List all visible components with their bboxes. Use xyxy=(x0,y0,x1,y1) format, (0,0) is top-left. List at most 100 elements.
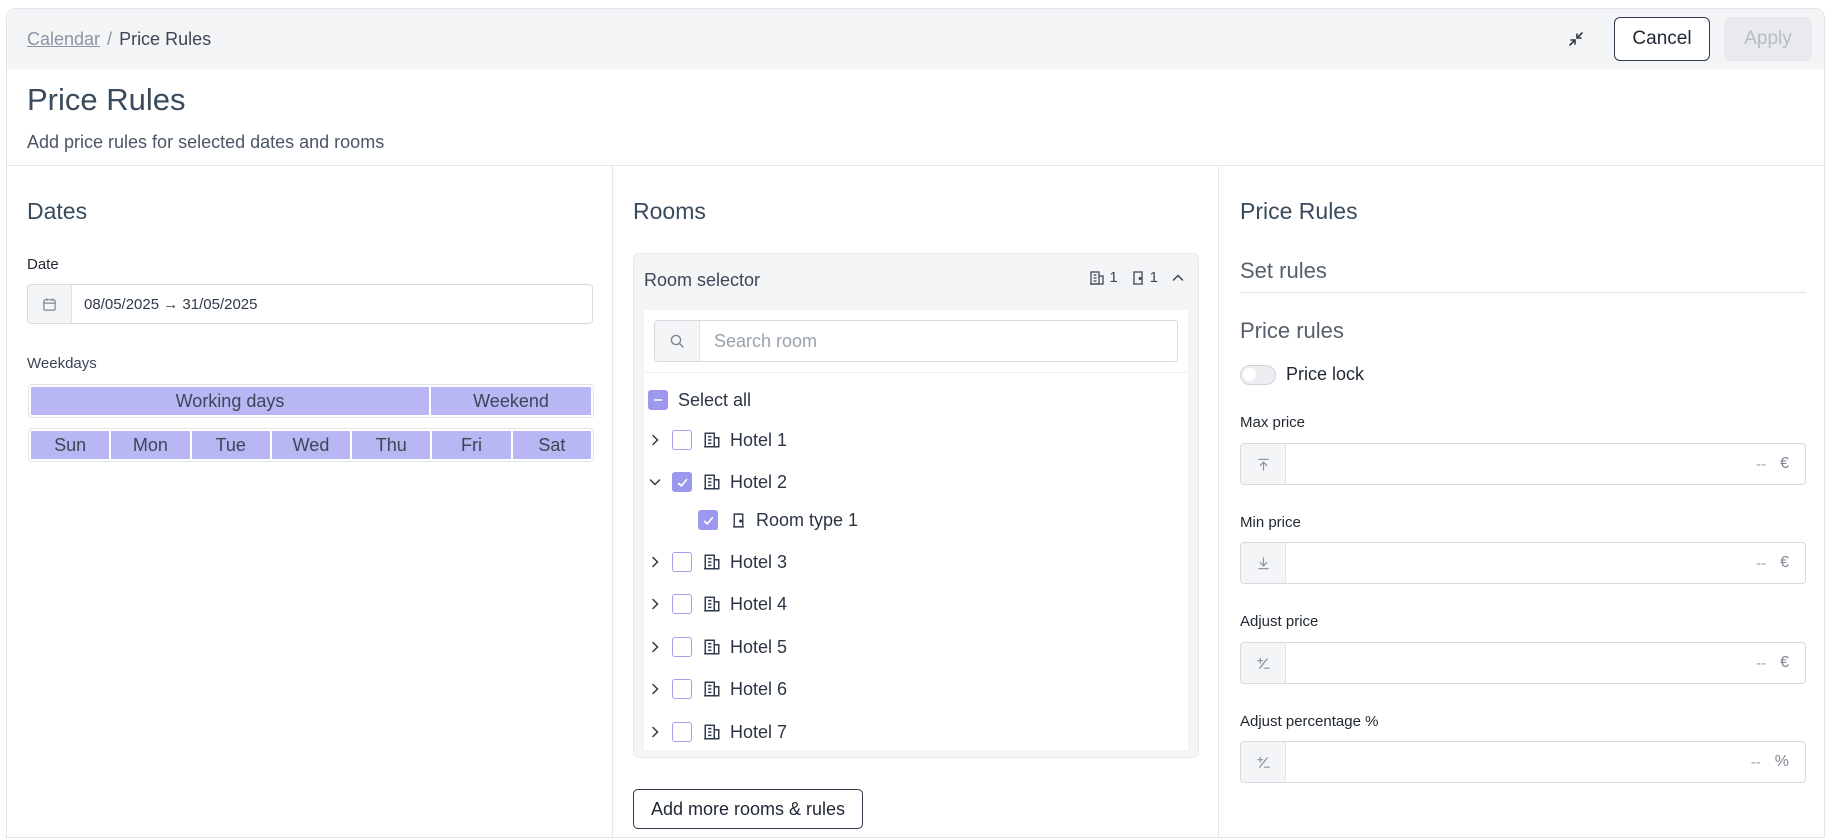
tree-item-hotel-3: Hotel 3 xyxy=(644,546,787,578)
hotel-checkbox[interactable] xyxy=(672,594,692,614)
hotel-checkbox[interactable] xyxy=(672,552,692,572)
cancel-button[interactable]: Cancel xyxy=(1614,17,1710,61)
building-icon xyxy=(702,472,722,492)
tree-item-hotel-5: Hotel 5 xyxy=(644,631,787,663)
top-actions: Cancel Apply xyxy=(1560,17,1812,61)
day-tue-button[interactable]: Tue xyxy=(191,431,270,459)
building-icon xyxy=(702,594,722,614)
working-days-button[interactable]: Working days xyxy=(31,387,429,415)
room-selector-body: Select all Hotel 1 Hotel 2 xyxy=(644,310,1188,750)
room-selector-header[interactable]: Room selector 1 1 xyxy=(634,254,1198,306)
apply-button[interactable]: Apply xyxy=(1724,17,1812,61)
hotel-count: 1 xyxy=(1109,269,1118,286)
min-price-field: -- € xyxy=(1240,542,1806,584)
hotel-label: Hotel 4 xyxy=(730,593,788,614)
hotel-checkbox[interactable] xyxy=(672,472,692,492)
day-fri-button[interactable]: Fri xyxy=(432,431,511,459)
day-wed-button[interactable]: Wed xyxy=(271,431,351,459)
collapse-arrows-icon xyxy=(1569,32,1583,46)
dates-title: Dates xyxy=(27,198,88,224)
weekdays-label: Weekdays xyxy=(27,355,97,372)
adjust-percentage-input[interactable] xyxy=(1286,742,1751,782)
price-lock-label: Price lock xyxy=(1286,364,1365,384)
adjust-price-label: Adjust price xyxy=(1240,613,1319,630)
chevron-right-icon[interactable] xyxy=(644,551,666,573)
room-selector-title: Room selector xyxy=(644,269,761,290)
min-price-label: Min price xyxy=(1240,514,1301,531)
check-icon xyxy=(677,478,687,487)
hotel-checkbox[interactable] xyxy=(672,722,692,742)
chevron-right-icon[interactable] xyxy=(644,429,666,451)
room-type-label: Room type 1 xyxy=(756,509,859,530)
min-price-input[interactable] xyxy=(1286,543,1757,583)
arrow-down-to-line-icon xyxy=(1241,543,1286,583)
page-subtitle: Add price rules for selected dates and r… xyxy=(27,132,385,152)
price-lock-toggle[interactable] xyxy=(1240,364,1276,385)
day-mon-button[interactable]: Mon xyxy=(111,431,190,459)
hotel-checkbox[interactable] xyxy=(672,430,692,450)
search-room-input[interactable] xyxy=(700,321,1177,361)
select-all-row[interactable]: Select all xyxy=(648,384,751,416)
room-count: 1 xyxy=(1149,269,1158,286)
adjust-percentage-field: -- % xyxy=(1240,741,1806,783)
max-price-label: Max price xyxy=(1240,414,1306,431)
selection-counts: 1 1 xyxy=(1089,269,1186,286)
price-rules-dialog: Calendar / Price Rules Cancel Apply Pric… xyxy=(6,8,1825,838)
date-range-input[interactable]: 08/05/2025 → 31/05/2025 xyxy=(27,284,593,324)
weekday-group-selector: Working days Weekend xyxy=(28,384,594,418)
day-selector: Sun Mon Tue Wed Thu Fri Sat xyxy=(28,428,594,462)
select-all-checkbox[interactable] xyxy=(648,390,668,410)
hotel-label: Hotel 2 xyxy=(730,471,788,492)
search-icon-box xyxy=(655,321,700,361)
adjust-percentage-unit: % xyxy=(1774,753,1789,770)
chevron-right-icon[interactable] xyxy=(644,593,666,615)
building-icon xyxy=(702,430,722,450)
rooms-column: Rooms Room selector 1 1 Search room Sele… xyxy=(613,166,1219,837)
tree-item-hotel-7: Hotel 7 xyxy=(644,716,787,748)
day-thu-button[interactable]: Thu xyxy=(352,431,431,459)
adjust-percentage-label: Adjust percentage % xyxy=(1240,713,1379,730)
chevron-right-icon[interactable] xyxy=(644,636,666,658)
day-sun-button[interactable]: Sun xyxy=(31,431,110,459)
building-icon xyxy=(702,722,722,742)
top-bar: Calendar / Price Rules Cancel Apply xyxy=(7,9,1824,69)
tree-item-hotel-6: Hotel 6 xyxy=(644,673,787,705)
tree-item-room-type-1: Room type 1 xyxy=(698,504,858,536)
breadcrumb-separator: / xyxy=(107,28,113,49)
price-rules-column: Price Rules Set rules Price rules Price … xyxy=(1220,166,1824,837)
weekend-button[interactable]: Weekend xyxy=(431,387,591,415)
max-price-unit: € xyxy=(1780,455,1789,472)
hotel-checkbox[interactable] xyxy=(672,637,692,657)
min-price-unit: € xyxy=(1780,554,1789,571)
chevron-right-icon[interactable] xyxy=(644,678,666,700)
check-icon xyxy=(703,516,713,525)
room-search xyxy=(654,320,1178,362)
adjust-price-field: -- € xyxy=(1240,642,1806,684)
max-price-field: -- € xyxy=(1240,443,1806,485)
tree-item-hotel-2: Hotel 2 xyxy=(644,466,787,498)
chevron-up-icon[interactable] xyxy=(1170,270,1186,286)
price-lock-toggle-row[interactable]: Price lock xyxy=(1240,364,1364,385)
collapse-button[interactable] xyxy=(1560,23,1592,55)
building-icon xyxy=(1090,270,1104,285)
hotel-checkbox[interactable] xyxy=(672,679,692,699)
calendar-icon xyxy=(43,297,56,311)
door-icon xyxy=(1132,270,1143,285)
day-sat-button[interactable]: Sat xyxy=(512,431,591,459)
rules-divider xyxy=(1240,292,1806,293)
building-icon xyxy=(702,637,722,657)
chevron-right-icon[interactable] xyxy=(644,721,666,743)
adjust-price-unit: € xyxy=(1780,654,1789,671)
breadcrumb-calendar-link[interactable]: Calendar xyxy=(27,29,100,50)
breadcrumb-current: Price Rules xyxy=(119,28,212,49)
max-price-input[interactable] xyxy=(1286,444,1757,484)
hotel-label: Hotel 3 xyxy=(730,551,788,572)
hotel-label: Hotel 5 xyxy=(730,636,788,657)
adjust-price-input[interactable] xyxy=(1286,643,1757,683)
plus-minus-icon xyxy=(1241,742,1286,782)
select-all-label: Select all xyxy=(678,389,752,410)
chevron-down-icon[interactable] xyxy=(644,471,666,493)
hotel-label: Hotel 6 xyxy=(730,678,788,699)
room-type-checkbox[interactable] xyxy=(698,510,718,530)
add-more-rooms-button[interactable]: Add more rooms & rules xyxy=(633,789,863,829)
